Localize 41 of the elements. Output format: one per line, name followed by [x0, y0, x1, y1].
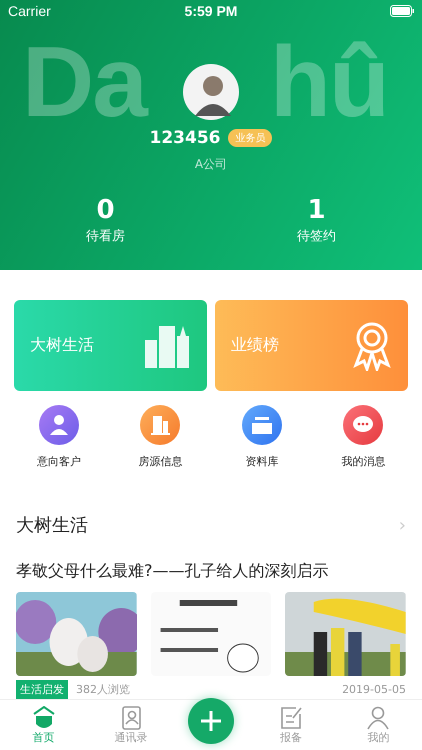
inbox-tray-icon [242, 405, 282, 445]
carrier-label: Carrier [8, 3, 51, 19]
tab-item[interactable]: 报备 [261, 706, 322, 744]
company-name: A公司 [194, 156, 228, 173]
tab-item[interactable]: 通讯录 [100, 706, 161, 744]
chat-bubble-icon [343, 405, 384, 445]
tab-item[interactable]: 首页 [14, 706, 74, 744]
feature-card[interactable]: 业绩榜 [215, 300, 408, 391]
stat-value[interactable]: 1 [307, 195, 326, 225]
brand-backdrop-text: Da [22, 40, 146, 125]
stat-label: 待看房 [86, 228, 125, 245]
shortcut-label[interactable]: 房源信息 [138, 454, 182, 469]
person-icon [367, 706, 390, 730]
buildings-icon [145, 324, 191, 368]
battery-icon [390, 5, 414, 17]
building-icon [140, 405, 180, 445]
feature-card[interactable]: 大树生活 [14, 300, 207, 391]
role-badge: 业务员 [228, 129, 272, 147]
chevron[interactable]: › [398, 514, 406, 536]
add-button[interactable] [188, 698, 234, 744]
home-icon [32, 706, 55, 730]
status-time: 5:59 PM [184, 3, 238, 19]
article-title[interactable]: 孝敬父母什么最难?——孔子给人的深刻启示 [0, 561, 422, 582]
user-id: 123456 [150, 128, 220, 148]
edit-note-icon [280, 706, 302, 730]
person-icon [38, 405, 79, 445]
article-date: 2019-05-05 [342, 683, 406, 696]
section-title: 大树生活 [16, 514, 88, 537]
stat-label: 待签约 [297, 228, 336, 245]
shortcut-label[interactable]: 我的消息 [341, 454, 386, 469]
category-tag: 生活启发 [16, 680, 68, 699]
tab-item[interactable]: 我的 [348, 706, 408, 744]
plus-icon [200, 710, 222, 732]
stat-value[interactable]: 0 [96, 195, 115, 225]
view-count: 382人浏览 [76, 682, 131, 697]
contacts-book-icon [120, 706, 142, 730]
avatar[interactable] [183, 64, 239, 120]
shortcut-label[interactable]: 资料库 [245, 454, 278, 469]
brand-backdrop-text: hû [270, 40, 388, 125]
shortcut-label[interactable]: 意向客户 [36, 454, 81, 469]
award-ribbon-icon [352, 320, 392, 370]
